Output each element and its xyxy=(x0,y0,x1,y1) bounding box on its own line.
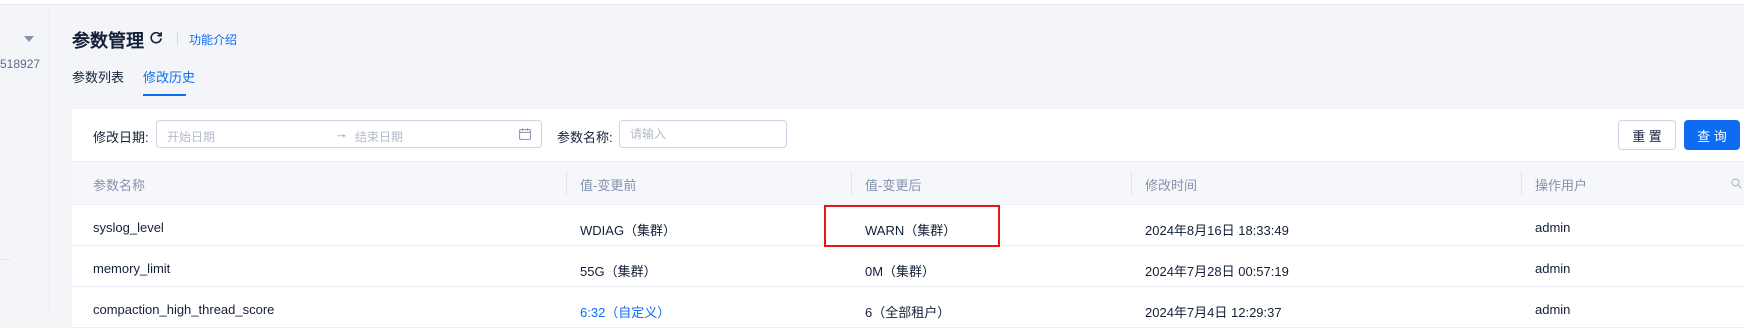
highlight-annotation-box xyxy=(824,205,1000,247)
column-header-before: 值-变更前 xyxy=(580,178,637,193)
cell-modify-time: 2024年7月4日 12:29:37 xyxy=(1145,305,1282,320)
cell-value-after: 6（全部租户） xyxy=(865,305,951,320)
reset-button[interactable]: 重 置 xyxy=(1618,120,1676,150)
column-divider xyxy=(1131,171,1132,195)
column-header-after: 值-变更后 xyxy=(865,178,922,193)
column-header-user: 操作用户 xyxy=(1535,178,1588,193)
feature-intro-link[interactable]: 功能介绍 xyxy=(189,31,237,48)
active-tab-indicator xyxy=(143,94,186,96)
title-divider xyxy=(177,31,178,45)
cell-modify-time: 2024年8月16日 18:33:49 xyxy=(1145,223,1289,238)
top-bar xyxy=(0,0,1744,5)
cell-operator: admin xyxy=(1535,302,1571,317)
column-divider xyxy=(1521,171,1522,195)
column-divider xyxy=(566,171,567,195)
caret-down-icon[interactable] xyxy=(24,36,34,42)
date-filter-label: 修改日期: xyxy=(93,130,149,145)
tab-modify-history[interactable]: 修改历史 xyxy=(143,67,195,86)
date-start-field[interactable]: 开始日期 xyxy=(167,128,215,145)
sidebar: 518927 xyxy=(0,5,49,313)
cell-param-name: memory_limit xyxy=(93,261,171,276)
name-filter-label: 参数名称: xyxy=(557,130,613,145)
date-range-picker[interactable]: 开始日期 → 结束日期 xyxy=(156,120,542,148)
column-divider xyxy=(851,171,852,195)
date-range-arrow: → xyxy=(335,126,348,141)
sidebar-id-text: 518927 xyxy=(0,57,41,71)
column-header-time: 修改时间 xyxy=(1145,178,1198,193)
cell-value-before: WDIAG（集群） xyxy=(580,223,677,238)
cell-param-name: compaction_high_thread_score xyxy=(93,302,275,317)
page-title: 参数管理 xyxy=(72,31,144,51)
cell-value-after: 0M（集群） xyxy=(865,264,936,279)
parameter-name-input[interactable] xyxy=(619,120,787,148)
cell-operator: admin xyxy=(1535,261,1571,276)
cell-value-before: 55G（集群） xyxy=(580,264,657,279)
date-end-field[interactable]: 结束日期 xyxy=(355,128,403,145)
column-header-name: 参数名称 xyxy=(93,178,146,193)
cell-param-name: syslog_level xyxy=(93,220,164,235)
cell-modify-time: 2024年7月28日 00:57:19 xyxy=(1145,264,1289,279)
search-icon[interactable] xyxy=(1731,178,1742,189)
cell-operator: admin xyxy=(1535,220,1571,235)
sidebar-divider xyxy=(0,259,10,260)
refresh-icon[interactable] xyxy=(148,30,164,46)
cell-value-before-link[interactable]: 6:32（自定义） xyxy=(580,302,670,321)
query-button[interactable]: 查 询 xyxy=(1684,120,1740,150)
tab-parameter-list[interactable]: 参数列表 xyxy=(72,67,124,86)
calendar-icon xyxy=(519,128,531,140)
